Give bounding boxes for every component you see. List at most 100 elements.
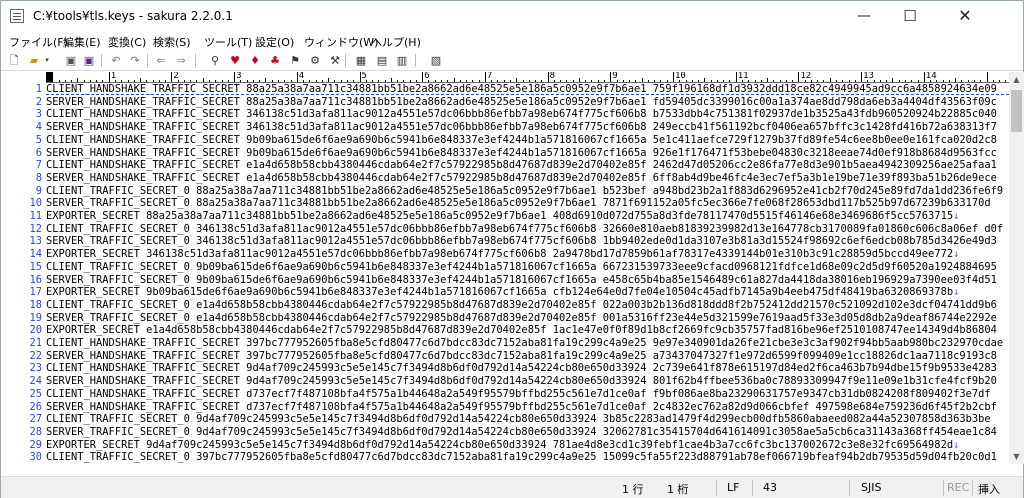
status-encoding[interactable]: SJIS: [861, 481, 881, 494]
text-line[interactable]: CLIENT_TRAFFIC_SECRET_0 346138c51d3afa81…: [46, 223, 1003, 236]
title-bar[interactable]: C:¥tools¥tls.keys - sakura 2.2.0.1 — ☐ ✕: [1, 1, 1023, 32]
ruler-tick: [923, 72, 925, 82]
text-line[interactable]: SERVER_TRAFFIC_SECRET_0 9b09ba615de6f6ae…: [46, 274, 997, 287]
status-eol[interactable]: LF: [727, 481, 739, 494]
line-number: 21: [29, 337, 42, 349]
find-icon[interactable]: ⚲: [207, 53, 223, 68]
line-text: EXPORTER_SECRET 88a25a38a7aa711c34881bb5…: [46, 210, 954, 222]
save-icon[interactable]: ▣: [63, 53, 79, 68]
replace-icon[interactable]: ♣: [267, 53, 283, 68]
eol-mark: ↓: [953, 248, 960, 261]
grep-icon[interactable]: ⚙: [307, 53, 323, 68]
vertical-scrollbar[interactable]: ▲ ▼: [1009, 72, 1024, 464]
ruler-tick: [422, 72, 424, 82]
text-area[interactable]: CLIENT_HANDSHAKE_TRAFFIC_SECRET 88a25a38…: [46, 83, 1009, 464]
text-line[interactable]: SERVER_TRAFFIC_SECRET_0 e1a4d658b58cbb43…: [46, 312, 997, 325]
text-line[interactable]: CLIENT_TRAFFIC_SECRET_0 397bc777952605fb…: [46, 451, 997, 464]
outline-icon[interactable]: ▤: [374, 53, 390, 68]
text-line[interactable]: CLIENT_TRAFFIC_SECRET_0 e1a4d658b58cbb43…: [46, 299, 997, 312]
menu-file[interactable]: ファイル(F): [9, 34, 68, 50]
settings-common-icon[interactable]: ▧: [428, 53, 444, 68]
ruler-corner: [1, 72, 46, 83]
menu-tools[interactable]: ツール(T): [204, 34, 252, 50]
text-line[interactable]: CLIENT_HANDSHAKE_TRAFFIC_SECRET 346138c5…: [46, 108, 997, 121]
text-line[interactable]: EXPORTER_SECRET 9b09ba615de6f6ae9a690b6c…: [46, 286, 959, 299]
status-insert-mode[interactable]: 挿入: [978, 481, 1000, 497]
text-line[interactable]: EXPORTER_SECRET 346138c51d3afa811ac9012a…: [46, 248, 959, 261]
eol-mark: ↓: [953, 286, 960, 299]
text-line[interactable]: SERVER_TRAFFIC_SECRET_0 346138c51d3afa81…: [46, 235, 997, 248]
ruler-tick: [610, 72, 612, 82]
line-number-gutter[interactable]: 1 2 3 4 5 6 7 8 9 10 11 12 13 14 15 16 17 18 19 20 21 22 23 24 2…: [1, 83, 46, 464]
eol-mark: ↓: [953, 438, 960, 451]
ruler-tick: [861, 72, 863, 82]
text-line[interactable]: EXPORTER_SECRET 9d4af709c245993c5e5e145c…: [46, 439, 959, 452]
ruler-label: 10: [675, 72, 686, 81]
line-number: 1: [35, 83, 42, 95]
search-highlight-icon[interactable]: ⚑: [287, 53, 303, 68]
line-number: 16: [29, 273, 42, 286]
close-button[interactable]: ✕: [933, 1, 997, 31]
open-dropdown-icon[interactable]: ▾: [39, 53, 55, 68]
text-line[interactable]: SERVER_HANDSHAKE_TRAFFIC_SECRET 397bc777…: [46, 350, 997, 363]
scroll-down-icon[interactable]: ▼: [1009, 449, 1024, 464]
minimize-button[interactable]: —: [841, 1, 887, 31]
ruler-label: 5: [361, 72, 367, 81]
grep-replace-icon[interactable]: ⚒: [327, 53, 343, 68]
text-line[interactable]: CLIENT_HANDSHAKE_TRAFFIC_SECRET 9d4af709…: [46, 362, 997, 375]
status-col: 1 桁: [667, 483, 689, 496]
text-line[interactable]: SERVER_HANDSHAKE_TRAFFIC_SECRET e1a4d658…: [46, 172, 997, 185]
text-line[interactable]: CLIENT_HANDSHAKE_TRAFFIC_SECRET 9b09ba61…: [46, 134, 997, 147]
text-line[interactable]: CLIENT_TRAFFIC_SECRET_0 88a25a38a7aa711c…: [46, 185, 1003, 198]
menu-help[interactable]: ヘルプ(H): [371, 34, 421, 50]
ruler-label: 9: [612, 72, 618, 81]
line-text: SERVER_HANDSHAKE_TRAFFIC_SECRET 346138c5…: [46, 121, 997, 134]
ruler-label: 2: [173, 72, 179, 81]
tag-jump-icon[interactable]: ▥: [394, 53, 410, 68]
ruler-label: 8: [549, 72, 556, 81]
text-line[interactable]: SERVER_HANDSHAKE_TRAFFIC_SECRET 9d4af709…: [46, 375, 997, 388]
ruler-label: 6: [424, 72, 430, 81]
ruler-tick: [735, 72, 737, 82]
status-char-code: 43: [763, 481, 777, 494]
grep-results-icon[interactable]: ▦: [353, 53, 369, 68]
menu-settings[interactable]: 設定(O): [255, 34, 294, 50]
menu-search[interactable]: 検索(S): [153, 34, 191, 50]
horizontal-scroll-area[interactable]: [1, 464, 1023, 476]
new-file-icon[interactable]: 🗋: [6, 53, 22, 68]
line-number: 7: [35, 159, 42, 172]
text-line[interactable]: CLIENT_HANDSHAKE_TRAFFIC_SECRET 397bc777…: [46, 337, 1003, 350]
menu-edit[interactable]: 編集(E): [63, 34, 101, 50]
line-text: CLIENT_HANDSHAKE_TRAFFIC_SECRET 397bc777…: [46, 337, 1004, 349]
maximize-button[interactable]: ☐: [887, 1, 933, 31]
jump-forward-icon[interactable]: ⇒: [173, 53, 189, 68]
redo-icon[interactable]: ↷: [127, 53, 143, 68]
text-line[interactable]: EXPORTER_SECRET e1a4d658b58cbb4380446cda…: [46, 324, 997, 337]
text-line[interactable]: CLIENT_TRAFFIC_SECRET_0 9d4af709c245993c…: [46, 413, 991, 426]
text-line[interactable]: SERVER_HANDSHAKE_TRAFFIC_SECRET d737ecf7…: [46, 401, 997, 414]
text-line[interactable]: SERVER_TRAFFIC_SECRET_0 88a25a38a7aa711c…: [46, 197, 991, 210]
text-line[interactable]: CLIENT_HANDSHAKE_TRAFFIC_SECRET e1a4d658…: [46, 159, 997, 172]
undo-icon[interactable]: ↶: [108, 53, 124, 68]
text-line[interactable]: SERVER_HANDSHAKE_TRAFFIC_SECRET 346138c5…: [46, 121, 997, 134]
save-as-icon[interactable]: ▣: [81, 53, 97, 68]
text-line[interactable]: CLIENT_TRAFFIC_SECRET_0 9b09ba615de6f6ae…: [46, 261, 997, 274]
scroll-up-icon[interactable]: ▲: [1009, 72, 1024, 87]
line-text: CLIENT_HANDSHAKE_TRAFFIC_SECRET 9d4af709…: [46, 362, 997, 375]
text-line[interactable]: SERVER_TRAFFIC_SECRET_0 9d4af709c245993c…: [46, 426, 997, 439]
text-line[interactable]: SERVER_HANDSHAKE_TRAFFIC_SECRET 88a25a38…: [46, 96, 997, 109]
column-ruler[interactable]: 1 2 3 4 5 6 7 8 9 10 11 12 13 14: [46, 72, 1009, 83]
find-prev-icon[interactable]: ♥: [227, 53, 243, 68]
ruler-tick: [986, 72, 988, 82]
text-line[interactable]: EXPORTER_SECRET 88a25a38a7aa711c34881bb5…: [46, 210, 959, 223]
text-line[interactable]: SERVER_HANDSHAKE_TRAFFIC_SECRET 9b09ba61…: [46, 147, 997, 160]
ruler-caret-marker: [47, 72, 53, 82]
line-text: CLIENT_TRAFFIC_SECRET_0 9d4af709c245993c…: [46, 413, 991, 426]
menu-window[interactable]: ウィンドウ(W): [304, 34, 378, 50]
find-next-icon[interactable]: ♦: [247, 53, 263, 68]
menu-convert[interactable]: 変換(C): [108, 34, 146, 50]
jump-back-icon[interactable]: ⇐: [153, 53, 169, 68]
text-line[interactable]: CLIENT_HANDSHAKE_TRAFFIC_SECRET d737ecf7…: [46, 388, 991, 401]
eol-mark: ↓: [953, 210, 960, 222]
scroll-thumb[interactable]: [1011, 90, 1022, 132]
